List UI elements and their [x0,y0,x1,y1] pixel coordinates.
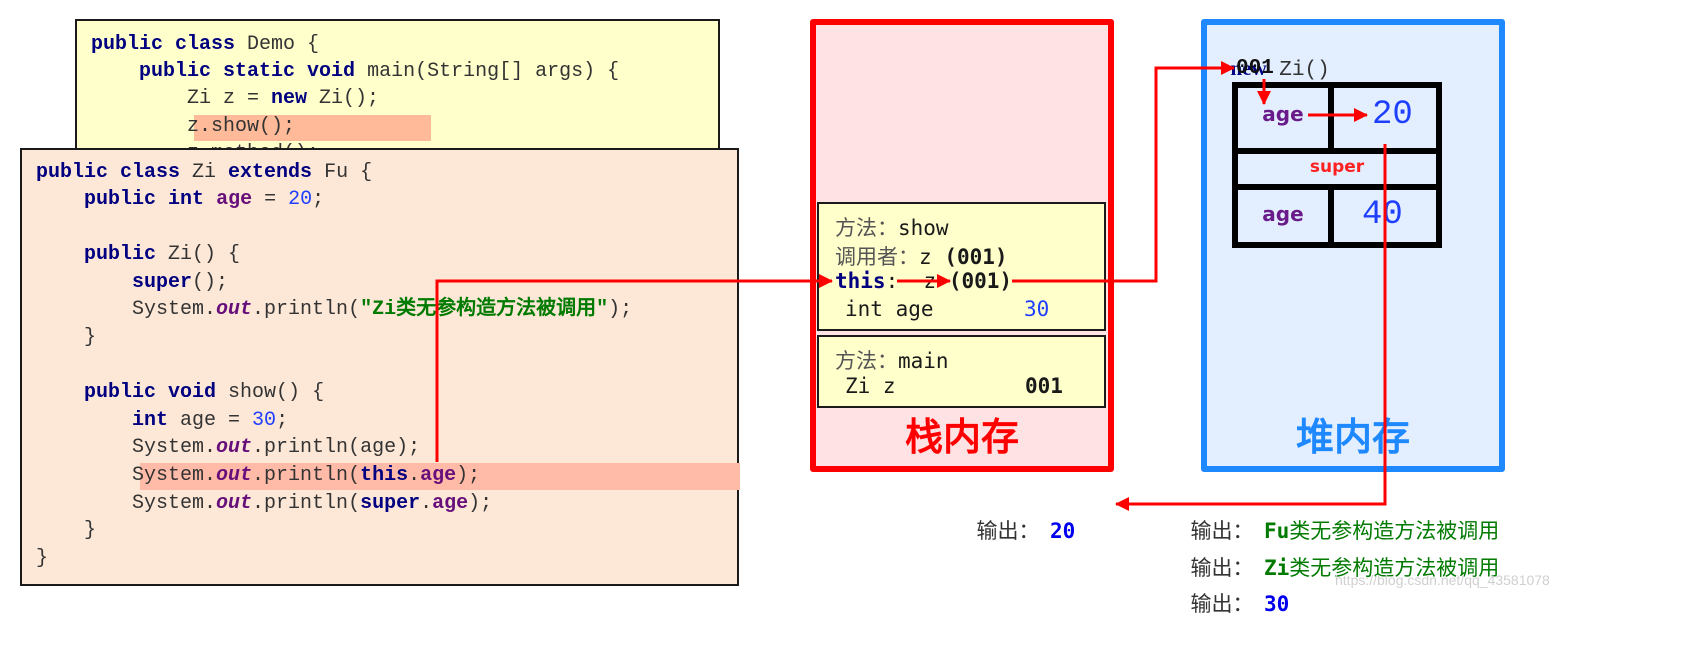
arrow-this-age-to-stack [435,274,833,462]
arrows-overlay [435,61,1387,511]
arrow-stack-to-heap-object [1012,61,1235,283]
